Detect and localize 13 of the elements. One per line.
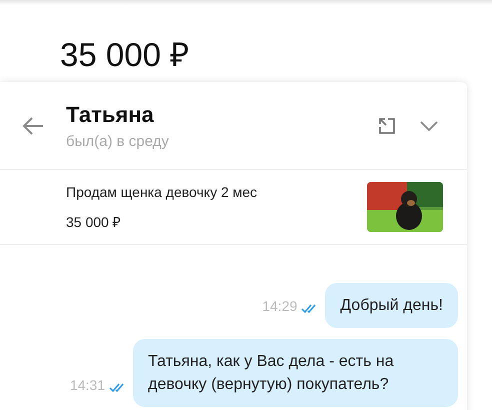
expand-icon[interactable] (377, 116, 397, 136)
back-arrow-icon[interactable] (22, 116, 44, 134)
contact-name: Татьяна (66, 102, 155, 128)
listing-card[interactable]: Продам щенка девочку 2 мес 35 000 ₽ (0, 170, 467, 245)
chevron-down-icon[interactable] (419, 120, 439, 132)
listing-card-price: 35 000 ₽ (66, 212, 122, 230)
contact-status: был(а) в среду (66, 132, 170, 150)
message-time: 14:29 (262, 298, 298, 314)
message-time: 14:31 (70, 377, 105, 393)
message-bubble: Добрый день! (325, 283, 458, 328)
listing-title: Продам щенка девочку 2 мес (66, 184, 258, 200)
message-bubble: Татьяна, как у Вас дела - есть на девочку (вернутую) покупатель? (133, 339, 458, 407)
listing-price: 35 000 ₽ (60, 35, 190, 75)
